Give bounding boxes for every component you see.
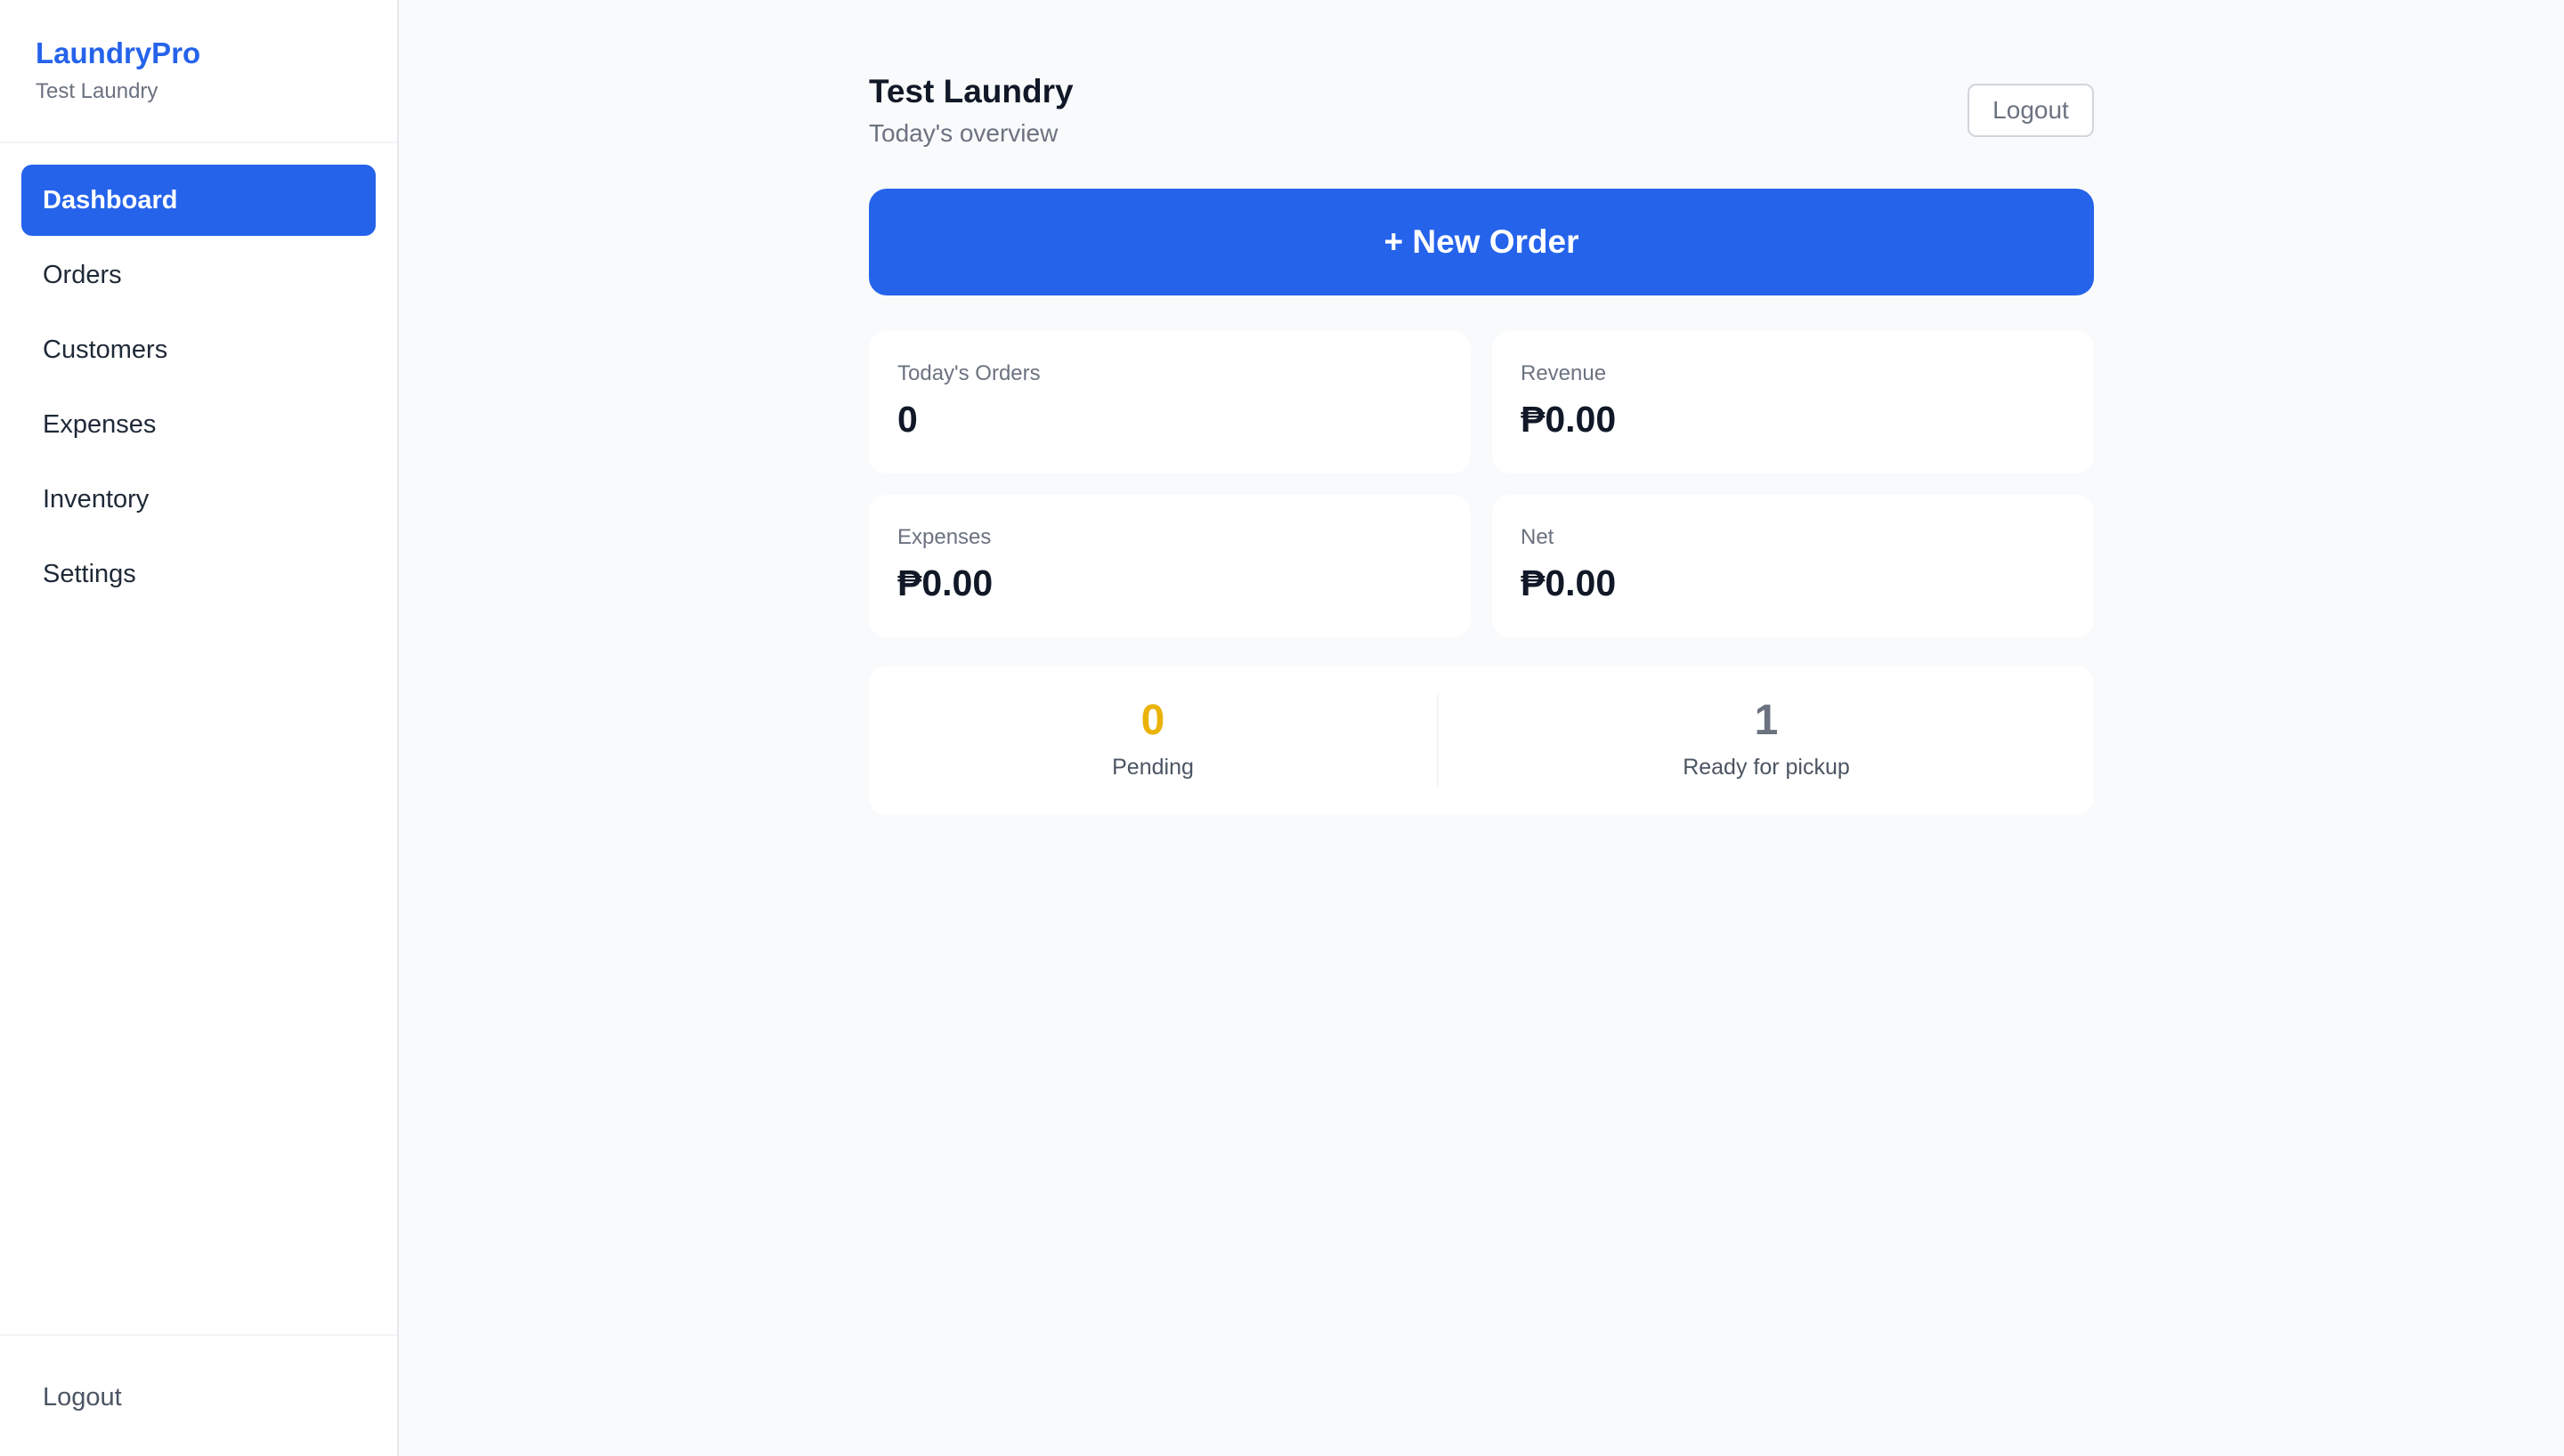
main-content: Test Laundry Today's overview Logout + N… <box>399 0 2564 1456</box>
order-status-card: 0 Pending 1 Ready for pickup <box>869 666 2094 815</box>
sidebar-item-settings[interactable]: Settings <box>21 538 376 610</box>
logout-button[interactable]: Logout <box>1968 84 2094 137</box>
stat-value: ₱0.00 <box>1521 562 1617 603</box>
page-title: Test Laundry <box>869 73 1074 109</box>
sidebar-logout-link[interactable]: Logout <box>43 1357 354 1437</box>
sidebar-item-inventory[interactable]: Inventory <box>21 464 376 535</box>
stat-label: Expenses <box>897 525 992 549</box>
pending-label: Pending <box>1112 755 1194 780</box>
sidebar-footer: Logout <box>0 1334 397 1456</box>
status-pending[interactable]: 0 Pending <box>869 694 1439 787</box>
sidebar-nav: Dashboard Orders Customers Expenses Inve… <box>0 143 397 1334</box>
dashboard: Test Laundry Today's overview Logout + N… <box>869 71 2094 815</box>
status-ready[interactable]: 1 Ready for pickup <box>1439 694 2094 787</box>
sidebar-item-dashboard[interactable]: Dashboard <box>21 165 376 236</box>
stats-grid: Today's Orders 0 Revenue ₱0.00 Expenses … <box>869 331 2094 637</box>
page-heading: Test Laundry Today's overview <box>869 71 1074 150</box>
sidebar-item-orders[interactable]: Orders <box>21 239 376 311</box>
brand: LaundryPro Test Laundry <box>0 0 397 143</box>
stat-value: ₱0.00 <box>897 562 994 603</box>
stat-value: ₱0.00 <box>1521 399 1617 440</box>
ready-count: 1 <box>1754 697 1779 744</box>
new-order-button[interactable]: + New Order <box>869 189 2094 295</box>
stat-card-expenses: Expenses ₱0.00 <box>869 495 1471 637</box>
stat-card-todays-orders: Today's Orders 0 <box>869 331 1471 473</box>
app: LaundryPro Test Laundry Dashboard Orders… <box>0 0 2564 1456</box>
stat-card-net: Net ₱0.00 <box>1492 495 2094 637</box>
ready-label: Ready for pickup <box>1683 755 1850 780</box>
stat-value: 0 <box>897 399 918 440</box>
brand-name[interactable]: LaundryPro <box>36 36 361 71</box>
sidebar-item-customers[interactable]: Customers <box>21 314 376 385</box>
stat-label: Revenue <box>1521 361 1607 385</box>
page-header: Test Laundry Today's overview Logout <box>869 71 2094 189</box>
pending-count: 0 <box>1140 697 1165 744</box>
sidebar-item-expenses[interactable]: Expenses <box>21 389 376 460</box>
stat-card-revenue: Revenue ₱0.00 <box>1492 331 2094 473</box>
sidebar: LaundryPro Test Laundry Dashboard Orders… <box>0 0 399 1456</box>
business-name: Test Laundry <box>36 79 158 103</box>
page-subtitle: Today's overview <box>869 119 1059 147</box>
stat-label: Today's Orders <box>897 361 1041 385</box>
stat-label: Net <box>1521 525 1554 549</box>
